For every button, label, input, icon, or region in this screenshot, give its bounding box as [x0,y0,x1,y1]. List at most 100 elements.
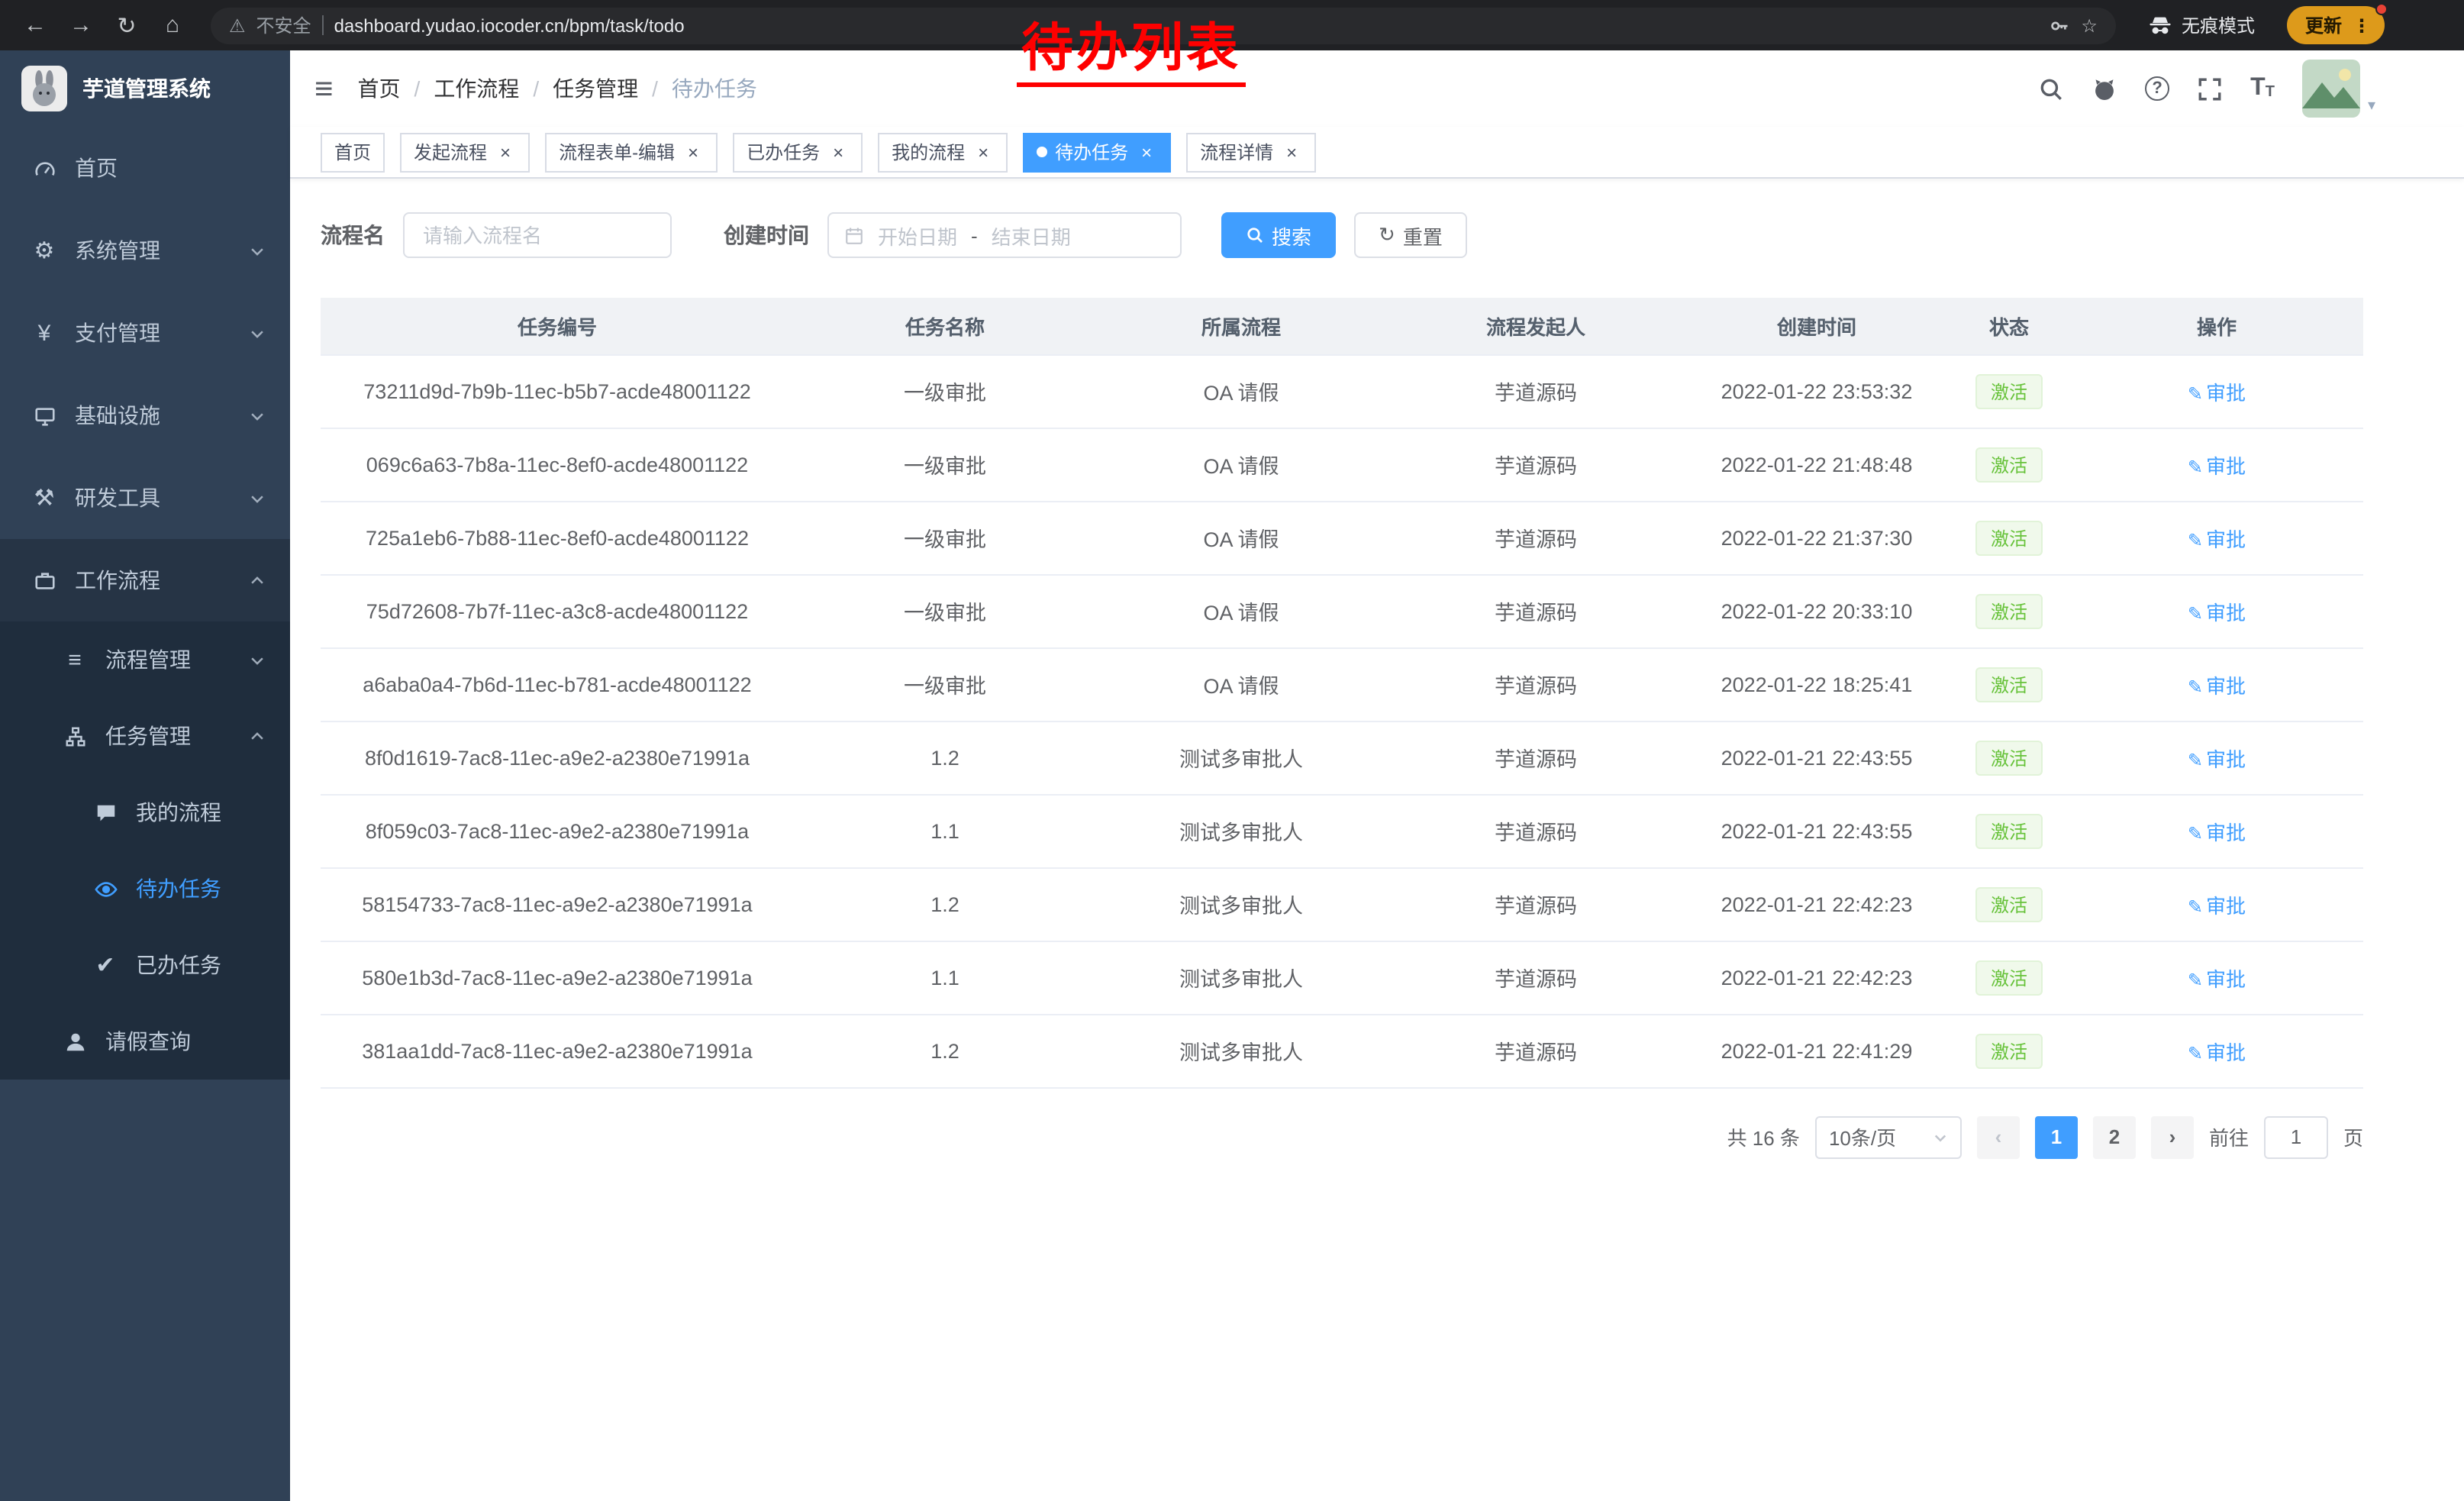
sidebar-item-label: 任务管理 [105,721,191,751]
close-icon[interactable]: × [682,141,704,163]
table-row: 8f059c03-7ac8-11ec-a9e2-a2380e71991a 1.1… [321,794,2363,867]
goto-label: 前往 [2209,1122,2249,1151]
tab-start-process[interactable]: 发起流程 × [400,132,530,172]
approve-button[interactable]: ✎审批 [2188,528,2246,550]
chat-bubble-icon [92,801,119,824]
sidebar-item-done-tasks[interactable]: ✔ 已办任务 [0,927,290,1003]
sidebar-item-label: 我的流程 [136,797,221,828]
table-row: 725a1eb6-7b88-11ec-8ef0-acde48001122 一级审… [321,501,2363,574]
tab-home[interactable]: 首页 [321,132,385,172]
create-time-label: 创建时间 [724,220,809,250]
sidebar-item-my-process[interactable]: 我的流程 [0,774,290,851]
close-icon[interactable]: × [1136,141,1157,163]
search-icon [1246,226,1264,244]
approve-button[interactable]: ✎审批 [2188,1041,2246,1064]
edit-icon: ✎ [2188,529,2203,550]
date-range-picker[interactable]: 开始日期 - 结束日期 [827,212,1182,258]
breadcrumb-home[interactable]: 首页 [358,73,401,104]
browser-home-button[interactable]: ⌂ [153,5,192,45]
avatar-caret-icon: ▾ [2368,98,2375,118]
page-button-1[interactable]: 1 [2035,1115,2078,1158]
close-icon[interactable]: × [827,141,849,163]
edit-icon: ✎ [2188,602,2203,624]
app-logo[interactable]: 芋道管理系统 [0,50,290,127]
close-icon[interactable]: × [495,141,516,163]
password-key-icon[interactable] [2049,15,2070,36]
edit-icon: ✎ [2188,749,2203,770]
approve-button[interactable]: ✎审批 [2188,967,2246,990]
approve-button[interactable]: ✎审批 [2188,894,2246,917]
filter-bar: 流程名 创建时间 开始日期 - 结束日期 搜索 ↻ [321,212,2363,258]
sidebar-item-todo-tasks[interactable]: 待办任务 [0,851,290,927]
sidebar-item-task-management[interactable]: 任务管理 [0,698,290,774]
breadcrumb-workflow[interactable]: 工作流程 [434,73,519,104]
breadcrumb-task-management[interactable]: 任务管理 [553,73,638,104]
table-row: a6aba0a4-7b6d-11ec-b781-acde48001122 一级审… [321,647,2363,721]
table-header-row: 任务编号 任务名称 所属流程 流程发起人 创建时间 状态 操作 [321,298,2363,354]
person-icon [61,1030,89,1053]
breadcrumb-separator: / [414,76,421,101]
close-icon[interactable]: × [1281,141,1302,163]
edit-icon: ✎ [2188,822,2203,844]
help-icon[interactable]: ? [2145,76,2169,101]
user-avatar[interactable]: ▾ [2302,60,2375,118]
status-badge: 激活 [1975,447,2043,482]
browser-back-button[interactable]: ← [15,5,55,45]
check-icon: ✔ [92,951,119,979]
status-badge: 激活 [1975,886,2043,922]
sidebar-item-process-management[interactable]: ≡ 流程管理 [0,621,290,698]
browser-reload-button[interactable]: ↻ [107,5,147,45]
search-icon[interactable] [2038,76,2064,102]
table-row: 580e1b3d-7ac8-11ec-a9e2-a2380e71991a 1.1… [321,941,2363,1014]
process-name-input[interactable] [403,212,672,258]
page-size-select[interactable]: 10条/页 [1815,1115,1962,1158]
fullscreen-icon[interactable] [2197,76,2223,102]
approve-button[interactable]: ✎审批 [2188,821,2246,844]
breadcrumb: 首页 / 工作流程 / 任务管理 / 待办任务 [358,73,757,104]
sidebar-item-leave-query[interactable]: 请假查询 [0,1003,290,1080]
sidebar-item-infrastructure[interactable]: 基础设施 [0,374,290,457]
chevron-down-icon [249,651,266,668]
approve-button[interactable]: ✎审批 [2188,601,2246,624]
approve-button[interactable]: ✎审批 [2188,674,2246,697]
yen-icon: ¥ [31,320,58,346]
approve-button[interactable]: ✎审批 [2188,747,2246,770]
browser-update-button[interactable]: 更新 ⋮ [2287,6,2385,44]
browser-forward-button[interactable]: → [61,5,101,45]
process-name-label: 流程名 [321,220,385,250]
approve-button[interactable]: ✎审批 [2188,454,2246,477]
reset-button[interactable]: ↻ 重置 [1354,212,1467,258]
goto-page-input[interactable] [2264,1115,2328,1158]
approve-button[interactable]: ✎审批 [2188,381,2246,404]
app-title: 芋道管理系统 [82,73,211,104]
status-badge: 激活 [1975,1033,2043,1068]
sidebar-item-payment[interactable]: ¥ 支付管理 [0,292,290,374]
refresh-icon: ↻ [1379,223,1395,247]
list-icon: ≡ [61,647,89,673]
table-row: 8f0d1619-7ac8-11ec-a9e2-a2380e71991a 1.2… [321,721,2363,794]
tab-process-detail[interactable]: 流程详情 × [1186,132,1316,172]
gear-icon: ⚙ [31,237,58,264]
github-icon[interactable] [2091,76,2117,102]
tab-process-form-edit[interactable]: 流程表单-编辑 × [545,132,718,172]
sidebar-item-system[interactable]: ⚙ 系统管理 [0,209,290,292]
close-icon[interactable]: × [972,141,994,163]
tab-done-tasks[interactable]: 已办任务 × [733,132,863,172]
tab-my-process[interactable]: 我的流程 × [878,132,1008,172]
sidebar-item-devtools[interactable]: ⚒ 研发工具 [0,457,290,539]
next-page-button[interactable]: › [2151,1115,2194,1158]
tools-icon: ⚒ [31,484,58,512]
bookmark-star-icon[interactable]: ☆ [2081,15,2098,36]
collapse-sidebar-icon[interactable]: ≡ [314,73,334,105]
table-row: 75d72608-7b7f-11ec-a3c8-acde48001122 一级审… [321,574,2363,647]
sidebar-item-workflow[interactable]: 工作流程 [0,539,290,621]
browser-menu-icon[interactable]: ⋮ [2353,15,2371,36]
search-button[interactable]: 搜索 [1221,212,1336,258]
prev-page-button[interactable]: ‹ [1977,1115,2020,1158]
edit-icon: ✎ [2188,896,2203,917]
font-size-icon[interactable]: TT [2250,76,2275,101]
edit-icon: ✎ [2188,676,2203,697]
tab-todo-tasks[interactable]: 待办任务 × [1023,132,1171,172]
sidebar-item-home[interactable]: 首页 [0,127,290,209]
page-button-2[interactable]: 2 [2093,1115,2136,1158]
